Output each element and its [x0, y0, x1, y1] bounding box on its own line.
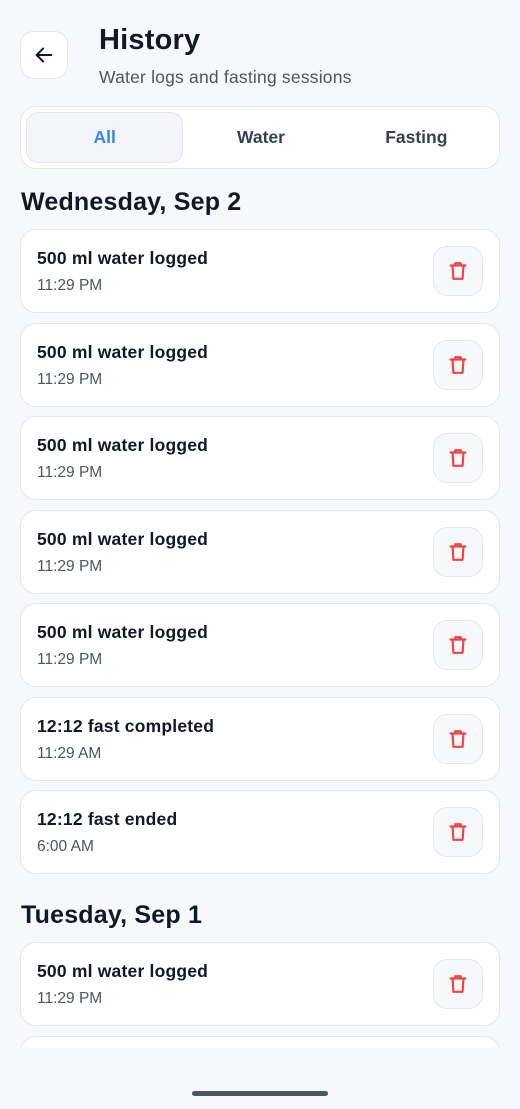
- delete-button[interactable]: [433, 433, 483, 483]
- page-title: History: [99, 24, 201, 56]
- history-screen: History Water logs and fasting sessions …: [0, 0, 520, 1109]
- history-entry: 500 ml water logged 11:29 PM: [20, 229, 500, 313]
- delete-button[interactable]: [433, 339, 483, 390]
- delete-button[interactable]: [433, 959, 483, 1009]
- delete-button[interactable]: [433, 246, 483, 296]
- entry-title: 500 ml water logged: [37, 341, 209, 362]
- entry-title: 500 ml water logged: [37, 961, 209, 981]
- tab-water[interactable]: Water: [183, 112, 338, 163]
- trash-icon: [449, 729, 467, 748]
- entry-time: 11:29 AM: [37, 744, 102, 762]
- entry-title: 500 ml water logged: [37, 435, 209, 455]
- delete-button[interactable]: [433, 526, 483, 577]
- history-entry: 12:12 fast ended 6:00 AM: [20, 790, 500, 874]
- history-entry: 500 ml water logged 11:29 PM: [20, 509, 500, 594]
- trash-icon: [449, 975, 467, 993]
- trash-icon: [449, 449, 467, 467]
- delete-button[interactable]: [433, 807, 483, 857]
- day-group: Tuesday, Sep 1 500 ml water logged 11:29…: [0, 888, 520, 1048]
- entry-title: 500 ml water logged: [37, 248, 209, 268]
- home-indicator[interactable]: [192, 1091, 328, 1096]
- entry-title: 500 ml water logged: [37, 622, 209, 642]
- history-entry: 12:12 fast completed 11:29 AM: [20, 696, 500, 781]
- back-button[interactable]: [20, 31, 68, 79]
- trash-icon: [449, 542, 467, 561]
- entry-time: 11:29 PM: [37, 464, 103, 481]
- entry-time: 11:29 PM: [37, 277, 103, 294]
- day-header: Wednesday, Sep 2: [21, 187, 242, 216]
- history-entry: 500 ml water logged 11:29 PM: [20, 942, 500, 1026]
- trash-icon: [449, 355, 467, 374]
- entry-title: 12:12 fast completed: [37, 715, 215, 736]
- history-entry: 500 ml water logged 11:29 PM: [20, 416, 500, 500]
- entry-time: 11:29 PM: [37, 651, 103, 668]
- entry-time: 11:29 PM: [37, 370, 103, 388]
- trash-icon: [449, 823, 467, 841]
- arrow-left-icon: [35, 47, 53, 63]
- delete-button[interactable]: [433, 713, 483, 764]
- history-list[interactable]: Wednesday, Sep 2 500 ml water logged 11:…: [0, 175, 520, 1048]
- tab-fasting[interactable]: Fasting: [339, 112, 494, 163]
- page-subtitle: Water logs and fasting sessions: [99, 67, 352, 87]
- delete-button[interactable]: [433, 620, 483, 670]
- history-entry: [20, 1035, 500, 1048]
- history-entry: 500 ml water logged 11:29 PM: [20, 322, 500, 407]
- history-entry: 500 ml water logged 11:29 PM: [20, 603, 500, 687]
- entry-title: 500 ml water logged: [37, 528, 209, 549]
- day-group: Wednesday, Sep 2 500 ml water logged 11:…: [0, 175, 520, 874]
- trash-icon: [449, 636, 467, 654]
- tab-all[interactable]: All: [26, 112, 184, 163]
- day-header: Tuesday, Sep 1: [21, 900, 203, 929]
- trash-icon: [449, 262, 467, 280]
- entry-title: 12:12 fast ended: [37, 809, 178, 829]
- entry-time: 6:00 AM: [37, 838, 94, 855]
- entry-time: 11:29 PM: [37, 990, 103, 1007]
- entry-time: 11:29 PM: [37, 557, 103, 575]
- filter-tabs: All Water Fasting: [20, 106, 500, 169]
